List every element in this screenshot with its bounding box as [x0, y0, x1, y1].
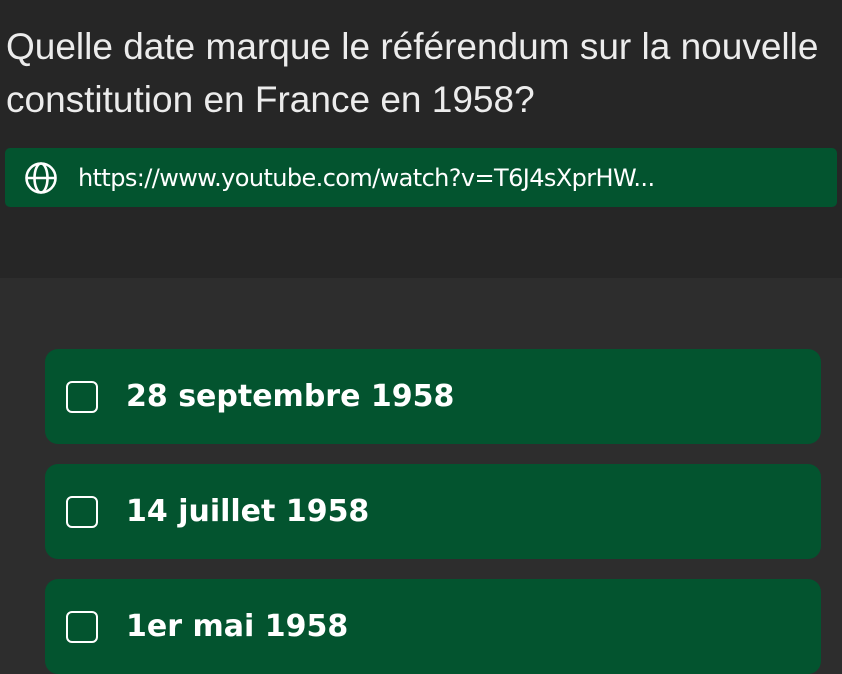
answer-option-1[interactable]: 28 septembre 1958 — [45, 349, 821, 444]
checkbox-icon[interactable] — [66, 495, 98, 528]
source-link-url[interactable]: https://www.youtube.com/watch?v=T6J4sXpr… — [78, 164, 654, 192]
answer-option-label: 14 juillet 1958 — [126, 494, 370, 529]
answer-option-label: 28 septembre 1958 — [126, 379, 455, 414]
source-link[interactable]: https://www.youtube.com/watch?v=T6J4sXpr… — [5, 148, 837, 207]
answer-option-3[interactable]: 1er mai 1958 — [45, 579, 821, 674]
answer-option-2[interactable]: 14 juillet 1958 — [45, 464, 821, 559]
checkbox-icon[interactable] — [66, 610, 98, 643]
question-header: Quelle date marque le référendum sur la … — [0, 0, 842, 278]
answer-option-label: 1er mai 1958 — [126, 609, 349, 644]
globe-icon — [25, 161, 57, 194]
checkbox-icon[interactable] — [66, 380, 98, 413]
question-text: Quelle date marque le référendum sur la … — [6, 26, 819, 120]
